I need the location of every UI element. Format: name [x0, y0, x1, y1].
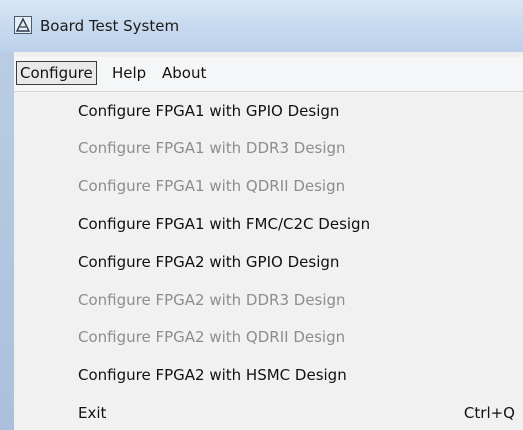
menu-item-label: Configure FPGA2 with GPIO Design: [78, 253, 340, 271]
menu-item-shortcut: Ctrl+Q: [463, 404, 515, 422]
menu-bar: Configure Help About: [14, 57, 523, 91]
menu-item-fpga2-hsmc[interactable]: Configure FPGA2 with HSMC Design: [14, 360, 523, 390]
menu-item-label: Configure FPGA2 with DDR3 Design: [78, 291, 346, 309]
menu-item-label: Configure FPGA1 with DDR3 Design: [78, 139, 346, 157]
menu-item-fpga1-qdrii: Configure FPGA1 with QDRII Design: [14, 171, 523, 201]
menu-item-label: Exit: [78, 404, 107, 422]
window-title: Board Test System: [40, 17, 180, 35]
app-logo-icon: [14, 16, 32, 34]
menu-help[interactable]: Help: [109, 61, 149, 85]
menu-about[interactable]: About: [159, 61, 209, 85]
menu-item-label: Configure FPGA2 with HSMC Design: [78, 366, 347, 384]
menu-item-fpga2-qdrii: Configure FPGA2 with QDRII Design: [14, 322, 523, 352]
app-window: Board Test System Configure Help About C…: [0, 0, 523, 430]
window-frame-left: [0, 52, 14, 430]
menu-configure[interactable]: Configure: [16, 61, 97, 85]
menu-item-label: Configure FPGA1 with GPIO Design: [78, 102, 340, 120]
menu-item-fpga2-gpio[interactable]: Configure FPGA2 with GPIO Design: [14, 247, 523, 277]
menu-item-label: Configure FPGA2 with QDRII Design: [78, 328, 346, 346]
menu-item-label: Configure FPGA1 with QDRII Design: [78, 177, 346, 195]
title-bar: Board Test System: [0, 0, 523, 52]
menu-item-exit[interactable]: Exit Ctrl+Q: [14, 398, 523, 428]
menu-item-label: Configure FPGA1 with FMC/C2C Design: [78, 215, 371, 233]
configure-dropdown-menu: Configure FPGA1 with GPIO Design Configu…: [14, 91, 523, 430]
menu-item-fpga2-ddr3: Configure FPGA2 with DDR3 Design: [14, 285, 523, 315]
menu-item-fpga1-fmc-c2c[interactable]: Configure FPGA1 with FMC/C2C Design: [14, 209, 523, 239]
menu-item-fpga1-ddr3: Configure FPGA1 with DDR3 Design: [14, 133, 523, 163]
menu-item-fpga1-gpio[interactable]: Configure FPGA1 with GPIO Design: [14, 96, 523, 126]
